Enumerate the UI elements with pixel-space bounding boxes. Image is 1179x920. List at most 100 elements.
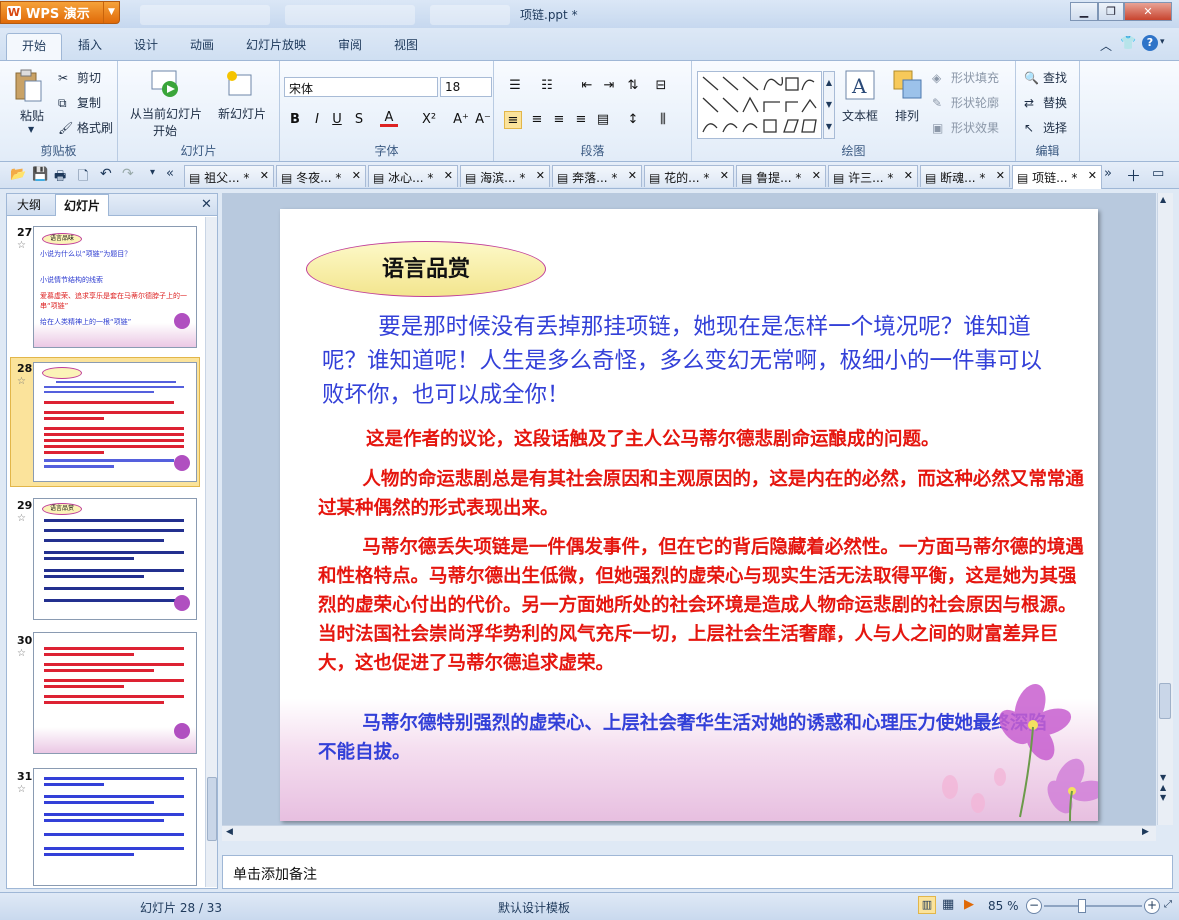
- fit-window-icon[interactable]: ⤢: [1164, 899, 1172, 910]
- zoom-out-button[interactable]: −: [1026, 898, 1042, 914]
- format-painter-button[interactable]: 🖌 格式刷: [58, 119, 113, 137]
- slide-thumbnail-selected[interactable]: [33, 362, 197, 482]
- justify-icon[interactable]: ≡: [572, 111, 590, 129]
- close-tab-icon[interactable]: ✕: [996, 169, 1005, 182]
- tab-outline[interactable]: 大纲: [9, 194, 49, 216]
- shape-gallery[interactable]: [697, 71, 822, 139]
- print-preview-icon[interactable]: 🗋: [78, 167, 88, 189]
- scroll-right-icon[interactable]: ▶: [1142, 827, 1149, 837]
- increase-indent-icon[interactable]: ⇥: [600, 77, 618, 95]
- close-tab-icon[interactable]: ✕: [1088, 169, 1097, 182]
- maximize-button[interactable]: ❐: [1098, 2, 1124, 21]
- print-icon[interactable]: 🖶: [54, 167, 66, 189]
- close-tab-icon[interactable]: ✕: [812, 169, 821, 182]
- tab-slideshow[interactable]: 幻灯片放映: [246, 36, 306, 53]
- collapse-ribbon-icon[interactable]: ︿: [1100, 37, 1112, 54]
- slide-thumbnail[interactable]: 语言品味 小说为什么以“项链”为题目？ 小说情节结构的线索 爱慕虚荣、追求享乐是…: [33, 226, 197, 348]
- chevron-down-icon[interactable]: ▾: [1160, 37, 1165, 47]
- thumbnail-scrollbar[interactable]: [205, 217, 217, 887]
- slide-thumbnail[interactable]: [33, 632, 197, 754]
- wps-menu-button[interactable]: W WPS 演示 ▼: [0, 1, 120, 24]
- text-direction-icon[interactable]: ⇅: [624, 77, 642, 95]
- slide-sorter-icon[interactable]: ▦: [942, 897, 954, 912]
- shape-effect-button[interactable]: ▣ 形状效果: [932, 119, 999, 137]
- textbox-button[interactable]: 文本框: [842, 107, 878, 124]
- scroll-thumb[interactable]: [207, 777, 217, 841]
- slide[interactable]: 语言品赏 要是那时候没有丢掉那挂项链，她现在是怎样一个境况呢？谁知道呢？谁知道呢…: [280, 209, 1098, 821]
- slide-thumbnail[interactable]: [33, 768, 197, 886]
- close-tab-icon[interactable]: ✕: [536, 169, 545, 182]
- scroll-thumb[interactable]: [1159, 683, 1171, 719]
- zoom-slider-handle[interactable]: [1078, 899, 1086, 913]
- font-name-field[interactable]: 宋体: [284, 77, 438, 97]
- close-tab-icon[interactable]: ✕: [720, 169, 729, 182]
- font-size-field[interactable]: 18: [440, 77, 492, 97]
- close-pane-icon[interactable]: ✕: [201, 197, 212, 212]
- tab-list-icon[interactable]: ▭: [1152, 166, 1164, 181]
- new-tab-icon[interactable]: ＋: [1126, 165, 1141, 186]
- bold-icon[interactable]: B: [286, 111, 304, 129]
- commentary-paragraph-1[interactable]: 这是作者的议论，这段话触及了主人公马蒂尔德悲剧命运酿成的问题。: [366, 425, 1086, 454]
- decrease-indent-icon[interactable]: ⇤: [578, 77, 596, 95]
- cut-button[interactable]: ✂ 剪切: [58, 69, 101, 87]
- document-tab[interactable]: ▤ 鲁提... * ✕: [736, 165, 826, 187]
- shadow-icon[interactable]: S: [350, 111, 368, 129]
- notes-area[interactable]: 单击添加备注: [222, 855, 1173, 889]
- commentary-paragraph-2[interactable]: 人物的命运悲剧总是有其社会原因和主观原因的，这是内在的必然，而这种必然又常常通过…: [318, 465, 1088, 523]
- document-tab[interactable]: ▤ 冰心... * ✕: [368, 165, 458, 187]
- zoom-slider[interactable]: [1044, 905, 1142, 907]
- open-folder-icon[interactable]: 📂: [10, 167, 26, 182]
- main-horizontal-scrollbar[interactable]: ◀ ▶: [222, 825, 1156, 841]
- save-icon[interactable]: 💾: [32, 167, 48, 182]
- vertical-align-icon[interactable]: ⊟: [652, 77, 670, 95]
- columns-icon[interactable]: ⫼: [654, 111, 672, 129]
- replace-button[interactable]: ⇄ 替换: [1024, 94, 1067, 112]
- font-color-icon[interactable]: A: [380, 109, 398, 127]
- align-right-icon[interactable]: ≡: [550, 111, 568, 129]
- line-spacing-icon[interactable]: ↕: [624, 111, 642, 129]
- tab-design[interactable]: 设计: [134, 36, 158, 53]
- play-from-current-button[interactable]: 从当前幻灯片 开始: [130, 105, 202, 139]
- close-tab-icon[interactable]: ✕: [904, 169, 913, 182]
- grow-font-icon[interactable]: A⁺: [452, 111, 470, 129]
- close-tab-icon[interactable]: ✕: [352, 169, 361, 182]
- document-tab[interactable]: ▤ 海滨... * ✕: [460, 165, 550, 187]
- document-tab-active[interactable]: ▤ 项链... * ✕: [1012, 165, 1102, 189]
- tab-slides[interactable]: 幻灯片: [55, 194, 110, 216]
- tab-start[interactable]: 开始: [6, 33, 62, 60]
- align-left-icon[interactable]: ≡: [504, 111, 522, 129]
- help-icon[interactable]: ?: [1142, 35, 1158, 51]
- slideshow-icon[interactable]: ▶: [964, 897, 974, 912]
- close-tab-icon[interactable]: ✕: [444, 169, 453, 182]
- paste-button[interactable]: 粘贴: [20, 107, 44, 124]
- redo-icon[interactable]: ↷: [122, 166, 134, 182]
- undo-icon[interactable]: ↶: [100, 166, 112, 182]
- zoom-in-button[interactable]: +: [1144, 898, 1160, 914]
- commentary-paragraph-3[interactable]: 马蒂尔德丢失项链是一件偶发事件，但在它的背后隐藏着必然性。一方面马蒂尔德的境遇和…: [318, 533, 1088, 678]
- new-slide-button[interactable]: 新幻灯片: [218, 105, 266, 122]
- tab-view[interactable]: 视图: [394, 36, 418, 53]
- skin-icon[interactable]: 👕: [1120, 36, 1136, 51]
- distribute-icon[interactable]: ▤: [594, 111, 612, 129]
- shape-gallery-scroll[interactable]: ▲ ▼ ▼: [823, 71, 835, 139]
- align-center-icon[interactable]: ≡: [528, 111, 546, 129]
- scroll-tabs-left-icon[interactable]: «: [166, 166, 174, 181]
- scroll-left-icon[interactable]: ◀: [226, 827, 233, 837]
- copy-button[interactable]: ⧉ 复制: [58, 94, 101, 112]
- chevron-down-icon[interactable]: ▾: [150, 167, 155, 178]
- document-tab[interactable]: ▤ 断魂... * ✕: [920, 165, 1010, 187]
- close-tab-icon[interactable]: ✕: [260, 169, 269, 182]
- shape-outline-button[interactable]: ✎ 形状轮廓: [932, 94, 999, 112]
- main-vertical-scrollbar[interactable]: ▲ ▼ ▲ ▼: [1157, 193, 1173, 825]
- find-button[interactable]: 🔍 查找: [1024, 69, 1067, 87]
- page-nav-icons[interactable]: ▼ ▲ ▼: [1160, 773, 1166, 803]
- minimize-button[interactable]: ▁: [1070, 2, 1098, 21]
- tab-insert[interactable]: 插入: [78, 36, 102, 53]
- close-window-button[interactable]: ✕: [1124, 2, 1172, 21]
- italic-icon[interactable]: I: [308, 111, 326, 129]
- scroll-tabs-right-icon[interactable]: »: [1104, 166, 1112, 181]
- document-tab[interactable]: ▤ 祖父... * ✕: [184, 165, 274, 187]
- tab-animation[interactable]: 动画: [190, 36, 214, 53]
- quote-paragraph[interactable]: 要是那时候没有丢掉那挂项链，她现在是怎样一个境况呢？谁知道呢？谁知道呢！人生是多…: [322, 310, 1052, 412]
- bullet-list-icon[interactable]: ☰: [506, 77, 524, 95]
